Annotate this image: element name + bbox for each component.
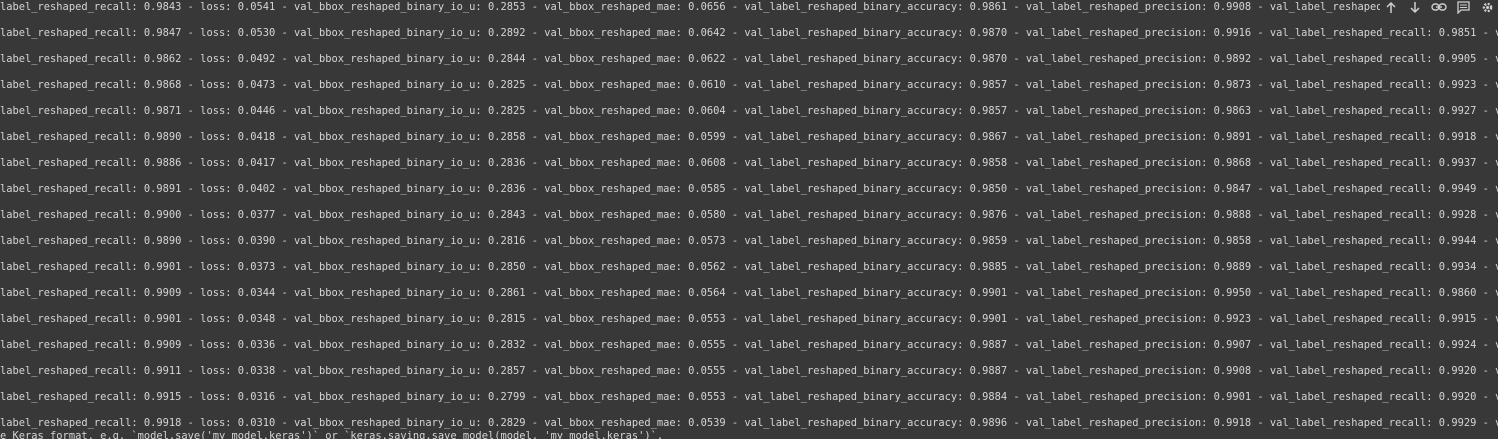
log-line: label_reshaped_recall: 0.9871 - loss: 0.…	[0, 105, 1498, 117]
log-line: label_reshaped_recall: 0.9886 - loss: 0.…	[0, 157, 1498, 169]
settings-button[interactable]	[1478, 0, 1496, 14]
link-button[interactable]	[1430, 0, 1448, 14]
move-down-button[interactable]	[1406, 0, 1424, 14]
log-line: label_reshaped_recall: 0.9843 - loss: 0.…	[0, 1, 1498, 13]
gear-icon	[1482, 2, 1492, 12]
log-line: label_reshaped_recall: 0.9918 - loss: 0.…	[0, 417, 1498, 429]
log-line: label_reshaped_recall: 0.9891 - loss: 0.…	[0, 183, 1498, 195]
cell-toolbar	[1380, 0, 1498, 14]
log-line: label_reshaped_recall: 0.9847 - loss: 0.…	[0, 27, 1498, 39]
log-line: label_reshaped_recall: 0.9915 - loss: 0.…	[0, 391, 1498, 403]
log-line: label_reshaped_recall: 0.9900 - loss: 0.…	[0, 209, 1498, 221]
log-line: label_reshaped_recall: 0.9901 - loss: 0.…	[0, 313, 1498, 325]
log-line: label_reshaped_recall: 0.9890 - loss: 0.…	[0, 235, 1498, 247]
log-line: label_reshaped_recall: 0.9868 - loss: 0.…	[0, 79, 1498, 91]
comment-icon	[1456, 0, 1470, 14]
log-line: label_reshaped_recall: 0.9909 - loss: 0.…	[0, 287, 1498, 299]
log-line: label_reshaped_recall: 0.9909 - loss: 0.…	[0, 339, 1498, 351]
log-line: label_reshaped_recall: 0.9911 - loss: 0.…	[0, 365, 1498, 377]
move-up-button[interactable]	[1382, 0, 1400, 14]
link-icon	[1431, 3, 1447, 11]
log-line: label_reshaped_recall: 0.9890 - loss: 0.…	[0, 131, 1498, 143]
footer-line: e Keras format, e.g. `model.save('my_mod…	[0, 430, 664, 439]
comment-button[interactable]	[1454, 0, 1472, 14]
log-line: label_reshaped_recall: 0.9862 - loss: 0.…	[0, 53, 1498, 65]
log-line: label_reshaped_recall: 0.9901 - loss: 0.…	[0, 261, 1498, 273]
arrow-up-icon	[1386, 1, 1396, 13]
cell-output: label_reshaped_recall: 0.9843 - loss: 0.…	[0, 0, 1498, 439]
arrow-down-icon	[1410, 1, 1420, 13]
